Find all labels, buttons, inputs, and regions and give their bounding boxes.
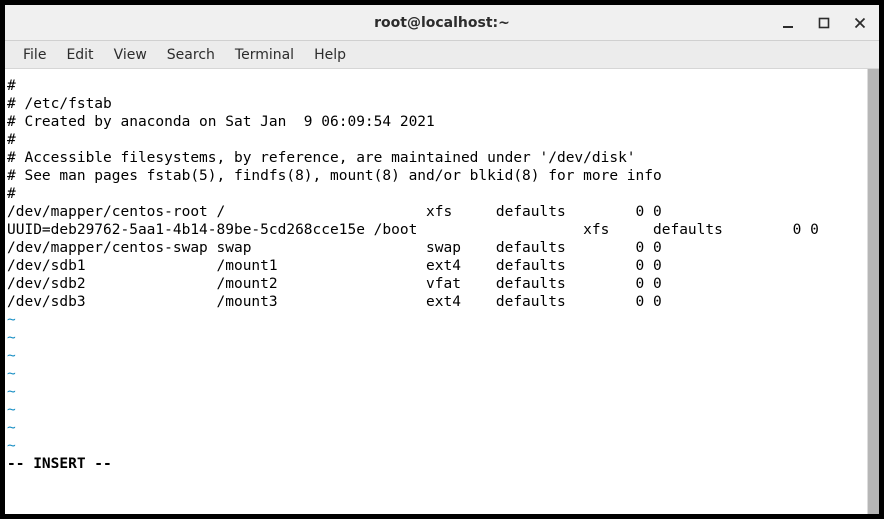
- menubar: File Edit View Search Terminal Help: [5, 41, 879, 69]
- scrollbar-thumb[interactable]: [868, 69, 879, 514]
- close-icon: [854, 17, 866, 29]
- tilde-line: ~: [7, 329, 865, 347]
- file-line: # /etc/fstab: [7, 95, 865, 113]
- tilde-line: ~: [7, 365, 865, 383]
- minimize-button[interactable]: [775, 10, 801, 36]
- menu-terminal[interactable]: Terminal: [225, 44, 304, 66]
- close-button[interactable]: [847, 10, 873, 36]
- maximize-icon: [818, 17, 830, 29]
- menu-help[interactable]: Help: [304, 44, 356, 66]
- tilde-line: ~: [7, 311, 865, 329]
- file-line: /dev/sdb3 /mount3 ext4 defaults 0 0: [7, 293, 865, 311]
- tilde-line: ~: [7, 347, 865, 365]
- tilde-line: ~: [7, 401, 865, 419]
- titlebar: root@localhost:~: [5, 5, 879, 41]
- menu-view[interactable]: View: [104, 44, 157, 66]
- file-line: # Created by anaconda on Sat Jan 9 06:09…: [7, 113, 865, 131]
- file-line: /dev/mapper/centos-swap swap swap defaul…: [7, 239, 865, 257]
- file-line: /dev/sdb1 /mount1 ext4 defaults 0 0: [7, 257, 865, 275]
- file-line: #: [7, 77, 865, 95]
- file-line: # Accessible filesystems, by reference, …: [7, 149, 865, 167]
- menu-file[interactable]: File: [13, 44, 56, 66]
- file-line: /dev/sdb2 /mount2 vfat defaults 0 0: [7, 275, 865, 293]
- terminal-text-area[interactable]: ## /etc/fstab# Created by anaconda on Sa…: [5, 69, 867, 514]
- menu-edit[interactable]: Edit: [56, 44, 103, 66]
- vim-mode-line: -- INSERT --: [7, 455, 865, 473]
- window-controls: [775, 5, 873, 40]
- file-line: UUID=deb29762-5aa1-4b14-89be-5cd268cce15…: [7, 221, 865, 239]
- maximize-button[interactable]: [811, 10, 837, 36]
- terminal-viewport: ## /etc/fstab# Created by anaconda on Sa…: [5, 69, 879, 514]
- menu-search[interactable]: Search: [157, 44, 225, 66]
- scrollbar[interactable]: [867, 69, 879, 514]
- tilde-line: ~: [7, 383, 865, 401]
- window-title: root@localhost:~: [374, 15, 510, 31]
- terminal-window: root@localhost:~ File Edit View: [4, 4, 880, 515]
- file-line: #: [7, 185, 865, 203]
- minimize-icon: [782, 17, 794, 29]
- file-line: /dev/mapper/centos-root / xfs defaults 0…: [7, 203, 865, 221]
- tilde-line: ~: [7, 419, 865, 437]
- file-line: #: [7, 131, 865, 149]
- tilde-line: ~: [7, 437, 865, 455]
- file-line: # See man pages fstab(5), findfs(8), mou…: [7, 167, 865, 185]
